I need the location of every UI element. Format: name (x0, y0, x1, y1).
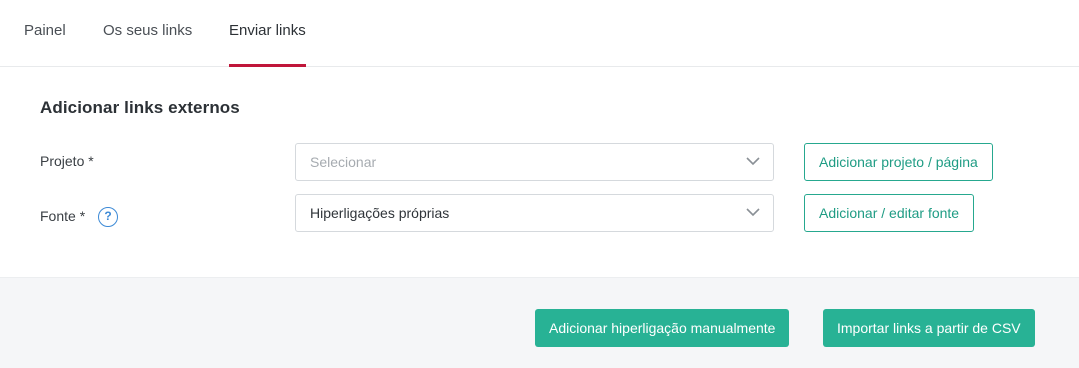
import-csv-button[interactable]: Importar links a partir de CSV (823, 309, 1035, 347)
source-label: Fonte * (40, 208, 86, 224)
add-links-panel: Adicionar links externos Projeto * Selec… (0, 67, 1079, 277)
chevron-down-icon (746, 208, 760, 217)
tab-bar: Painel Os seus links Enviar links (0, 0, 1079, 67)
source-select[interactable]: Hiperligações próprias (295, 194, 774, 232)
section-title: Adicionar links externos (40, 98, 240, 117)
project-select-placeholder: Selecionar (310, 154, 377, 170)
tab-os-seus-links[interactable]: Os seus links (103, 0, 192, 67)
tab-enviar-links[interactable]: Enviar links (229, 0, 306, 67)
footer-bar: Adicionar hiperligação manualmente Impor… (0, 277, 1079, 368)
chevron-down-icon (746, 157, 760, 166)
add-link-manually-button[interactable]: Adicionar hiperligação manualmente (535, 309, 790, 347)
help-icon[interactable]: ? (98, 207, 118, 227)
edit-source-button[interactable]: Adicionar / editar fonte (804, 194, 975, 232)
add-project-button[interactable]: Adicionar projeto / página (804, 143, 993, 181)
project-label: Projeto * (40, 153, 94, 169)
tab-painel[interactable]: Painel (24, 0, 66, 67)
source-select-value: Hiperligações próprias (310, 205, 450, 221)
project-select[interactable]: Selecionar (295, 143, 774, 181)
